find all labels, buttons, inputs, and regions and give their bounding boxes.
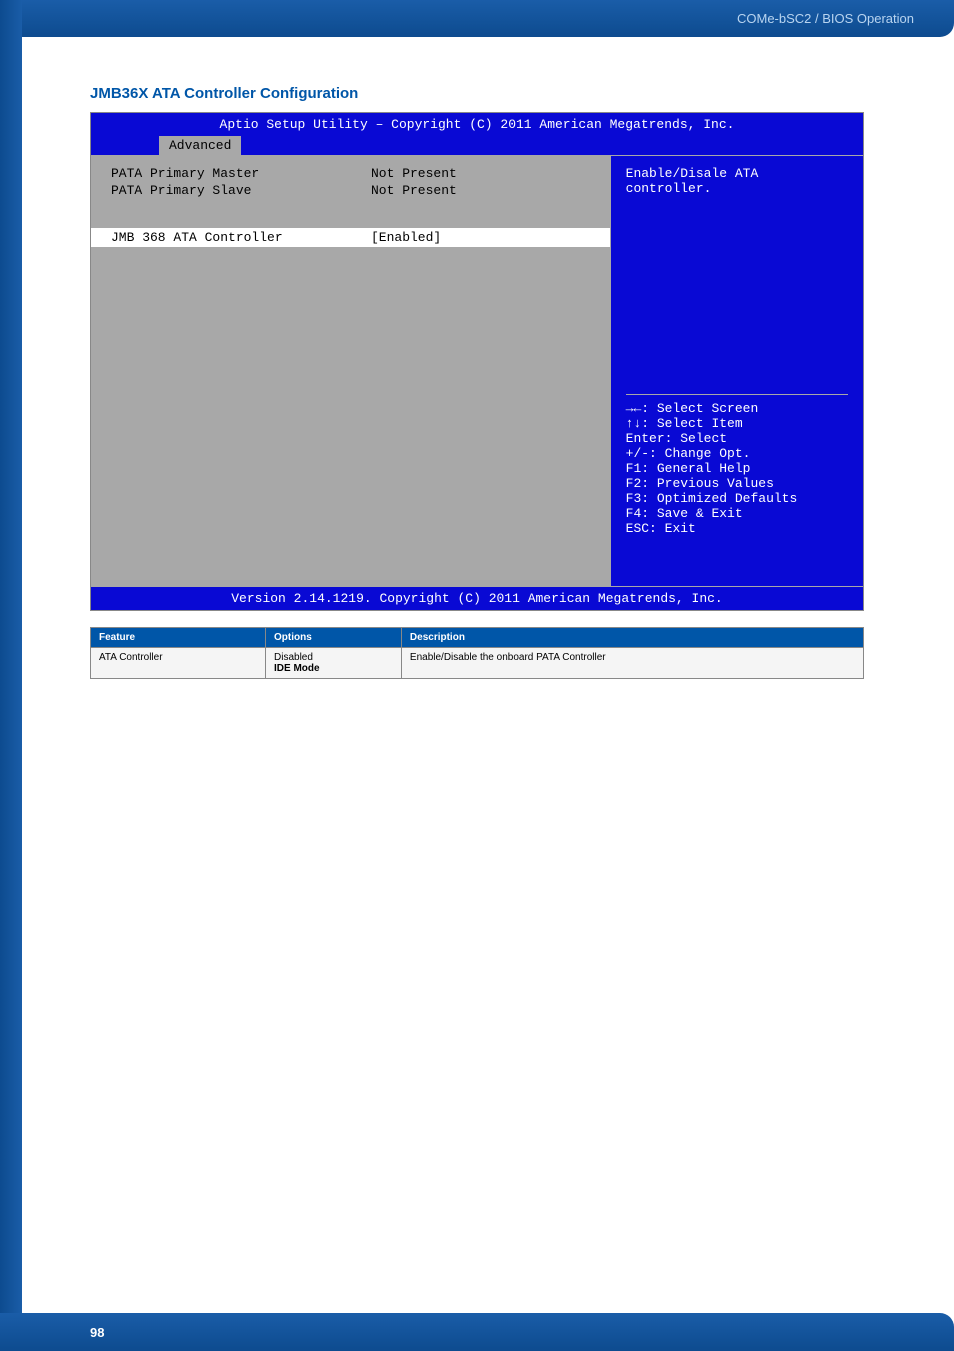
- bios-controller-label: JMB 368 ATA Controller: [111, 230, 371, 245]
- page-number: 98: [90, 1325, 104, 1340]
- hint-select-screen: →←: Select Screen: [626, 401, 848, 416]
- hint-change-opt: +/-: Change Opt.: [626, 446, 848, 461]
- bios-key-hints: →←: Select Screen ↑↓: Select Item Enter:…: [626, 394, 848, 576]
- section-title: JMB36X ATA Controller Configuration: [90, 85, 884, 102]
- td-option-disabled: Disabled: [274, 652, 313, 663]
- bios-screenshot: Aptio Setup Utility – Copyright (C) 2011…: [90, 112, 864, 611]
- feature-table: Feature Options Description ATA Controll…: [90, 627, 864, 679]
- bios-slave-value: Not Present: [371, 183, 590, 198]
- hint-enter: Enter: Select: [626, 431, 848, 446]
- hint-select-item: ↑↓: Select Item: [626, 416, 848, 431]
- table-header-row: Feature Options Description: [91, 628, 864, 648]
- hint-f3: F3: Optimized Defaults: [626, 491, 848, 506]
- bios-help-divider: [626, 394, 848, 395]
- hint-f4: F4: Save & Exit: [626, 506, 848, 521]
- td-option-ide-mode: IDE Mode: [274, 663, 320, 674]
- table-row: ATA Controller Disabled IDE Mode Enable/…: [91, 648, 864, 679]
- bios-help-text: Enable/Disale ATA controller.: [626, 166, 848, 196]
- td-feature: ATA Controller: [91, 648, 266, 679]
- main-content: JMB36X ATA Controller Configuration Apti…: [0, 37, 954, 679]
- bios-body: PATA Primary Master Not Present PATA Pri…: [91, 156, 863, 586]
- bios-tab-advanced: Advanced: [159, 136, 241, 155]
- bios-master-label: PATA Primary Master: [111, 166, 371, 181]
- td-description: Enable/Disable the onboard PATA Controll…: [401, 648, 863, 679]
- bios-title: Aptio Setup Utility – Copyright (C) 2011…: [91, 113, 863, 136]
- bios-left-panel: PATA Primary Master Not Present PATA Pri…: [91, 156, 610, 586]
- bios-right-panel: Enable/Disale ATA controller. →←: Select…: [610, 156, 863, 586]
- th-feature: Feature: [91, 628, 266, 648]
- td-options: Disabled IDE Mode: [266, 648, 402, 679]
- bios-tab-row: Advanced: [91, 136, 863, 155]
- breadcrumb: COMe-bSC2 / BIOS Operation: [737, 11, 914, 26]
- bios-master-value: Not Present: [371, 166, 590, 181]
- bios-footer-version: Version 2.14.1219. Copyright (C) 2011 Am…: [91, 586, 863, 610]
- hint-esc: ESC: Exit: [626, 521, 848, 536]
- bios-slave-label: PATA Primary Slave: [111, 183, 371, 198]
- page-header-bar: COMe-bSC2 / BIOS Operation: [0, 0, 954, 37]
- th-description: Description: [401, 628, 863, 648]
- bios-row-master: PATA Primary Master Not Present: [111, 166, 590, 181]
- bios-row-controller-selected: JMB 368 ATA Controller [Enabled]: [91, 228, 610, 247]
- bios-controller-value: [Enabled]: [371, 230, 590, 245]
- page-footer-bar: 98: [0, 1313, 954, 1351]
- hint-f2: F2: Previous Values: [626, 476, 848, 491]
- hint-f1: F1: General Help: [626, 461, 848, 476]
- th-options: Options: [266, 628, 402, 648]
- bios-row-slave: PATA Primary Slave Not Present: [111, 183, 590, 198]
- left-sidebar-decoration: [0, 0, 22, 1351]
